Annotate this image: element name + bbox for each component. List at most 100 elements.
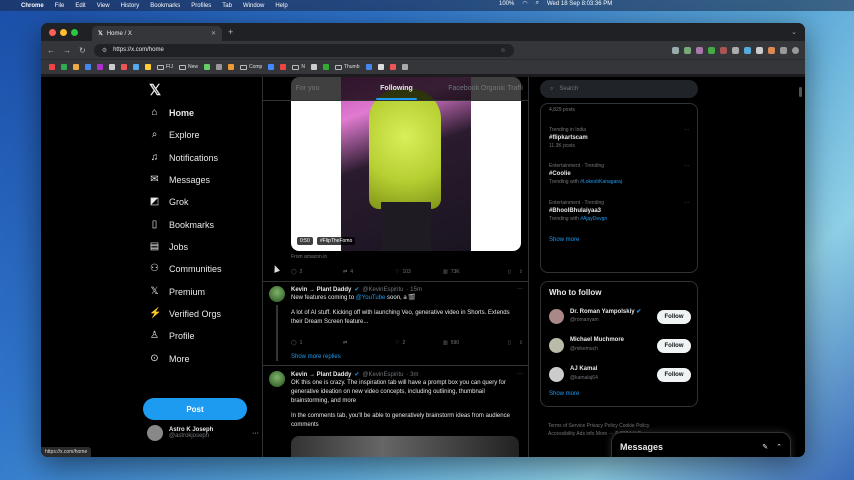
follow-button[interactable]: Follow [657, 339, 691, 353]
extension-icon[interactable] [696, 46, 703, 54]
close-window-button[interactable] [49, 28, 56, 36]
search-input[interactable]: ⌕ Search [540, 80, 698, 98]
follow-button[interactable]: Follow [657, 368, 691, 382]
nav-communities[interactable]: ⚇ Communities [149, 263, 222, 274]
nav-verified-orgs[interactable]: ⚡ Verified Orgs [149, 308, 221, 319]
tab-close-icon[interactable]: ✕ [211, 30, 216, 37]
avatar[interactable] [549, 338, 564, 353]
trend-item[interactable]: Entertainment · Trending #Coolie Trendin… [549, 162, 689, 186]
extension-icon[interactable] [684, 46, 691, 54]
minimize-window-button[interactable] [60, 28, 67, 36]
star-bookmark-icon[interactable]: ☆ [500, 47, 505, 54]
avatar[interactable] [549, 309, 564, 324]
bookmark-icon[interactable]: ▯ [508, 340, 511, 346]
repost-button[interactable]: ⇄ 4 [343, 269, 395, 275]
nav-notifications[interactable]: ♫ Notifications [149, 152, 218, 163]
new-message-icon[interactable]: ✎ [762, 443, 768, 451]
menu-history[interactable]: History [121, 3, 140, 9]
profile-icon[interactable] [792, 46, 799, 54]
bookmark-folder-thumb[interactable]: Thumb [334, 64, 360, 70]
bookmark-favicon-icon[interactable] [109, 64, 115, 70]
more-dots-icon[interactable]: ··· [517, 371, 523, 377]
menu-window[interactable]: Window [243, 3, 264, 9]
trend-with-link[interactable]: #LokeshKanagaraj [580, 179, 622, 185]
tweet-author-name[interactable]: Kevin → Plant Daddy [291, 372, 351, 378]
address-url[interactable]: https://x.com/home [113, 47, 164, 53]
trend-item[interactable]: Trending in India #flipkartscam 11.3K po… [549, 126, 689, 150]
tweet-time[interactable]: · 15m [407, 287, 422, 293]
menu-profiles[interactable]: Profiles [191, 3, 211, 9]
reply-button[interactable]: ◯ 2 [291, 269, 343, 275]
bookmark-favicon-icon[interactable] [97, 64, 103, 70]
tab-search-chevron-icon[interactable]: ⌄ [791, 28, 797, 36]
show-more-replies-link[interactable]: Show more replies [291, 354, 341, 360]
tweet-handle[interactable]: @KevinEspiritu [362, 287, 403, 293]
bookmark-favicon-icon[interactable] [365, 64, 372, 70]
share-icon[interactable]: ⇪ [519, 340, 523, 346]
bookmark-folder-fij[interactable]: FIJ [157, 64, 173, 70]
site-info-icon[interactable]: ⚙ [102, 47, 107, 54]
nav-profile[interactable]: ♙ Profile [149, 330, 195, 341]
extension-icon[interactable] [732, 46, 739, 54]
bookmark-favicon-icon[interactable] [49, 64, 55, 70]
nav-explore[interactable]: ⌕ Explore [149, 129, 200, 140]
bookmark-icon[interactable]: ▯ [508, 269, 511, 275]
repost-button[interactable]: ⇄ [343, 340, 395, 346]
address-bar[interactable]: ⚙ https://x.com/home ☆ [93, 43, 514, 57]
messages-drawer[interactable]: Messages ✎ ⌃ [611, 432, 791, 457]
bookmark-favicon-icon[interactable] [203, 64, 210, 70]
bookmark-favicon-icon[interactable] [215, 64, 222, 70]
follow-button[interactable]: Follow [657, 310, 691, 324]
show-more-follow-link[interactable]: Show more [549, 391, 579, 397]
nav-bookmarks[interactable]: ▯ Bookmarks [149, 219, 214, 230]
nav-messages[interactable]: ✉ Messages [149, 174, 210, 185]
ad-source[interactable]: From amazon.in [291, 254, 327, 260]
post-video[interactable]: 0:50 #FlipTheFomo [291, 77, 521, 251]
avatar[interactable] [549, 367, 564, 382]
footer-line[interactable]: Terms of Service Privacy Policy Cookie P… [548, 422, 698, 430]
back-icon[interactable]: ← [47, 46, 55, 55]
nav-grok[interactable]: ◩ Grok [149, 196, 189, 207]
menu-help[interactable]: Help [275, 3, 287, 9]
reply-button[interactable]: ◯ 1 [291, 340, 343, 346]
extension-icon[interactable] [672, 46, 679, 54]
post-button[interactable]: Post [143, 398, 247, 420]
nav-premium[interactable]: 𝕏 Premium [149, 286, 205, 297]
wifi-icon[interactable]: ◠ [522, 0, 527, 7]
bookmark-folder-new[interactable]: New [178, 64, 198, 70]
show-more-trends-link[interactable]: Show more [549, 237, 579, 243]
views-button[interactable]: ▥ 590 [443, 340, 495, 346]
more-dots-icon[interactable]: ··· [684, 162, 689, 170]
share-icon[interactable]: ⇪ [519, 269, 523, 275]
bookmark-favicon-icon[interactable] [121, 64, 127, 70]
bookmark-favicon-icon[interactable] [322, 64, 329, 70]
bookmark-favicon-icon[interactable] [133, 64, 139, 70]
extension-icon[interactable] [768, 46, 775, 54]
menu-edit[interactable]: Edit [75, 3, 85, 9]
bookmark-folder-comp[interactable]: Comp [239, 64, 262, 70]
trend-with-link[interactable]: #AjayDevgn [580, 216, 607, 222]
menubar-datetime[interactable]: Wed 18 Sep 8:03:36 PM [547, 1, 612, 7]
tweet-media[interactable] [291, 436, 519, 457]
bookmark-favicon-icon[interactable] [73, 64, 79, 70]
bookmark-favicon-icon[interactable] [85, 64, 91, 70]
menu-tab[interactable]: Tab [222, 3, 232, 9]
tab-facebook-organic[interactable]: Facebook Organic Traffi [441, 77, 528, 100]
more-dots-icon[interactable]: ··· [252, 430, 259, 437]
expand-chevron-icon[interactable]: ⌃ [776, 443, 782, 451]
x-logo-icon[interactable]: 𝕏 [149, 81, 161, 99]
battery-percent[interactable]: 100% [499, 1, 514, 7]
video-hashtag[interactable]: #FlipTheFomo [317, 237, 356, 245]
nav-home[interactable]: ⌂ Home [149, 107, 194, 118]
menu-bookmarks[interactable]: Bookmarks [150, 3, 180, 9]
extension-icon[interactable] [756, 46, 763, 54]
more-dots-icon[interactable]: ··· [684, 199, 689, 207]
bookmark-favicon-icon[interactable] [401, 64, 408, 70]
extension-icon[interactable] [744, 46, 751, 54]
avatar[interactable] [269, 286, 285, 302]
like-button[interactable]: ♡ 2 [395, 340, 443, 346]
like-button[interactable]: ♡ 103 [395, 269, 443, 275]
bookmark-favicon-icon[interactable] [377, 64, 384, 70]
more-dots-icon[interactable]: ··· [517, 286, 523, 292]
follow-suggestion[interactable]: Dr. Roman Yampolskiy ✔ @romanyam Follow [549, 307, 691, 327]
